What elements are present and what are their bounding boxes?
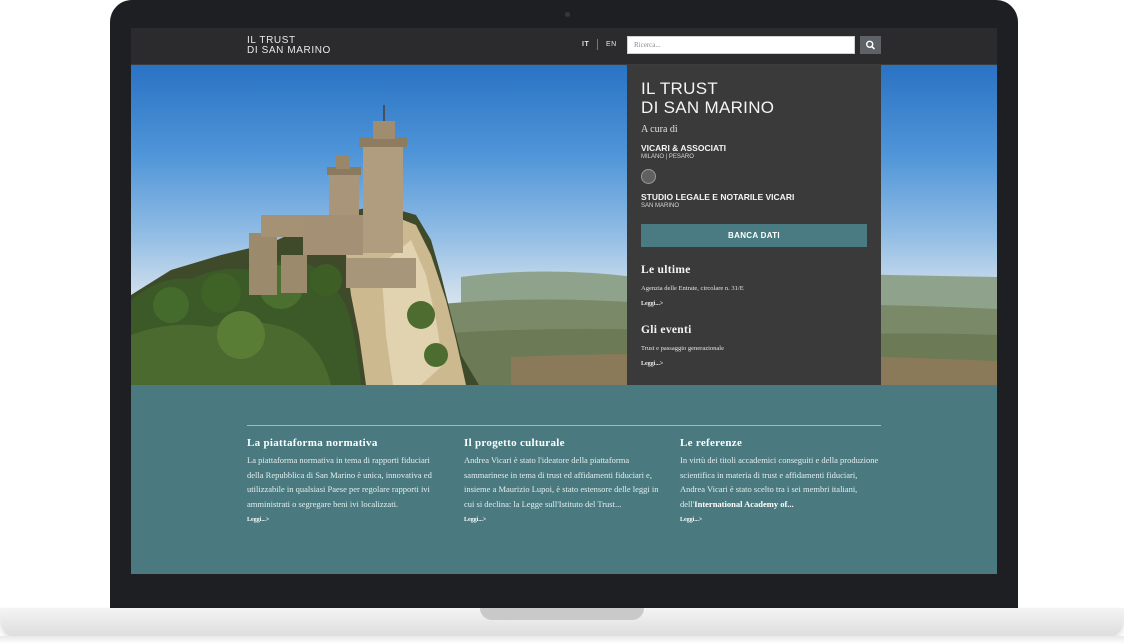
search-icon [865,40,875,50]
column-progetto: Il progetto culturale Andrea Vicari è st… [464,437,664,523]
column-title: Le referenze [680,437,743,449]
language-en-link[interactable]: EN [606,41,617,48]
column-title: La piattaforma normativa [247,437,378,449]
site-logo[interactable]: IL TRUST DI SAN MARINO [247,36,331,56]
banca-dati-button[interactable]: BANCA DATI [641,224,867,247]
events-item[interactable]: Trust e passaggio generazionale [641,345,724,352]
events-read-more-link[interactable]: Leggi...> [641,361,663,367]
search-input[interactable] [627,36,855,54]
top-navigation-bar: IL TRUST DI SAN MARINO IT EN [131,28,997,65]
sidebar-title-line-1: IL TRUST [641,79,719,98]
section-divider [247,425,881,426]
column-referenze: Le referenze In virtù dei titoli accadem… [680,437,880,523]
camera-dot [565,12,570,17]
column-text-bold: International Academy of... [694,498,794,509]
org-studio-legale-location: SAN MARINO [641,203,680,209]
column-title: Il progetto culturale [464,437,565,449]
laptop-base-shadow [0,636,1124,644]
org-studio-legale-link[interactable]: STUDIO LEGALE E NOTARILE VICARI [641,192,794,202]
column-read-more-link[interactable]: Leggi...> [247,517,447,523]
column-read-more-link[interactable]: Leggi...> [680,517,880,523]
column-read-more-link[interactable]: Leggi...> [464,517,664,523]
latest-read-more-link[interactable]: Leggi...> [641,301,663,307]
column-piattaforma: La piattaforma normativa La piattaforma … [247,437,447,523]
website-screen: IL TRUST DI SAN MARINO IT EN Ricerca... … [131,28,997,574]
events-heading: Gli eventi [641,324,692,336]
sidebar-title: IL TRUST DI SAN MARINO [641,79,774,117]
search-button[interactable] [860,36,881,54]
org-vicari-associati-link[interactable]: VICARI & ASSOCIATI [641,143,726,153]
emblem-icon [641,169,656,184]
latest-heading: Le ultime [641,264,691,276]
latest-news-item[interactable]: Agenzia delle Entrate, circolare n. 31/E [641,285,744,292]
column-text: In virtù dei titoli accademici conseguit… [680,453,880,511]
column-text: La piattaforma normativa in tema di rapp… [247,455,432,509]
language-it-link[interactable]: IT [582,41,589,48]
column-text: Andrea Vicari è stato l'ideatore della p… [464,455,659,509]
sidebar-title-line-2: DI SAN MARINO [641,98,775,117]
language-separator [597,39,598,50]
org-vicari-associati-location: MILANO | PESARO [641,154,694,160]
logo-line-2: DI SAN MARINO [247,45,331,56]
laptop-notch [480,608,644,620]
info-sidebar: IL TRUST DI SAN MARINO A cura di VICARI … [627,65,881,385]
curated-by-label: A cura di [641,124,678,135]
